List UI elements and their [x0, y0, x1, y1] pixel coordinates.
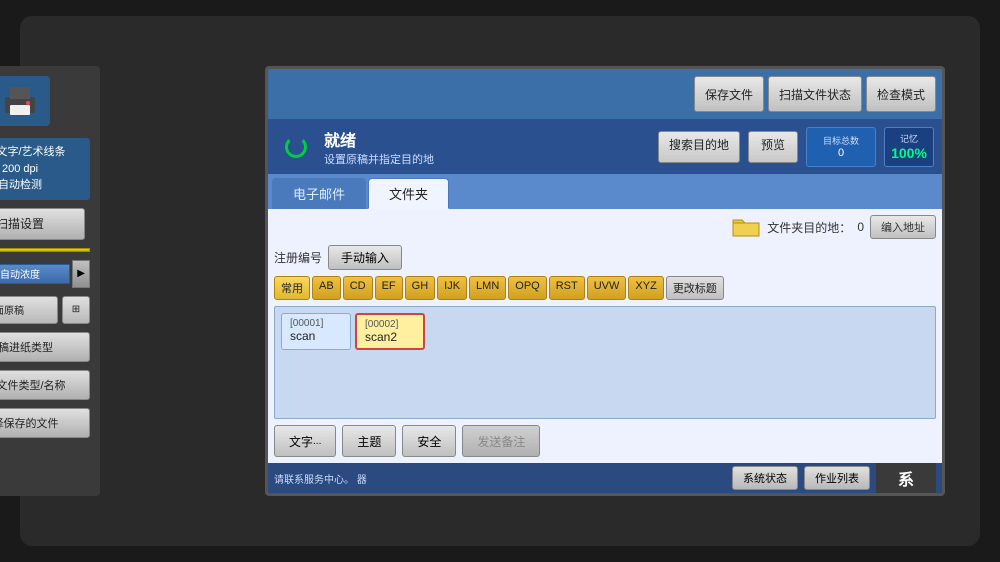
top-bar: 保存文件 扫描文件状态 检查模式 [268, 69, 942, 119]
status-subtitle: 设置原稿并指定目的地 [324, 151, 650, 167]
check-mode-button[interactable]: 检查模式 [866, 76, 936, 112]
alpha-tab-lmn[interactable]: LMN [469, 276, 506, 300]
scan-info: 黑白文字/艺术线条 200 dpi 自动检测 [0, 138, 90, 200]
outer-frame: 黑白文字/艺术线条 200 dpi 自动检测 扫描设置 ◀ 自动浓度 ▶ 单面原… [20, 16, 980, 546]
density-increase-button[interactable]: ▶ [72, 260, 90, 288]
bottom-status-bar: 请联系服务中心。 器 系统状态 作业列表 系 [268, 463, 942, 493]
folder-dest-row: 文件夹目的地： 0 编入地址 [274, 215, 936, 239]
alpha-tab-gh[interactable]: GH [405, 276, 436, 300]
file-item-scan2[interactable]: [00002] scan2 [355, 313, 425, 350]
register-num-label: 注册编号 [274, 249, 322, 266]
density-label: 自动浓度 [0, 264, 70, 284]
main-content: 电子邮件 文件夹 [268, 174, 942, 463]
dest-label: 文件夹目的地： [767, 219, 851, 236]
alpha-tab-opq[interactable]: OPQ [508, 276, 546, 300]
file-item-scan[interactable]: [00001] scan [281, 313, 351, 350]
status-title: 就绪 [324, 127, 650, 151]
target-counter: 目标总数 0 [806, 127, 876, 167]
original-paper-type-button[interactable]: 原稿进纸类型 [0, 332, 90, 362]
dest-count: 0 [857, 220, 864, 234]
job-list-button[interactable]: 作业列表 [804, 466, 870, 490]
register-row: 注册编号 手动输入 [274, 245, 936, 270]
alpha-tab-common[interactable]: 常用 [274, 276, 310, 300]
search-dest-button[interactable]: 搜索目的地 [658, 131, 740, 163]
alpha-tab-ijk[interactable]: IJK [437, 276, 467, 300]
enter-addr-button[interactable]: 编入地址 [870, 215, 936, 239]
system-label-area: 系 [876, 463, 936, 493]
printer-icon [0, 76, 50, 126]
file-list: [00001] scan [00002] scan2 [274, 306, 936, 419]
scan-settings-button[interactable]: 扫描设置 [0, 208, 85, 240]
single-original-icon-button[interactable]: ⊞ [62, 296, 90, 324]
ready-icon [276, 127, 316, 167]
alpha-tab-ab[interactable]: AB [312, 276, 341, 300]
security-button[interactable]: 安全 [402, 425, 456, 457]
save-file-button[interactable]: 保存文件 [694, 76, 764, 112]
send-notice-button[interactable]: 发送备注 [462, 425, 540, 457]
tab-folder[interactable]: 文件夹 [368, 178, 449, 209]
alpha-tab-cd[interactable]: CD [343, 276, 373, 300]
main-screen: 保存文件 扫描文件状态 检查模式 就绪 设置原稿并指定目的地 [265, 66, 945, 496]
status-ready: 就绪 设置原稿并指定目的地 [324, 127, 650, 167]
bottom-action-row: 文字 ... 主题 安全 发送备注 [274, 425, 936, 457]
alpha-tab-change[interactable]: 更改标题 [666, 276, 724, 300]
single-original-button[interactable]: 单面原稿 [0, 296, 58, 324]
scan-status-button[interactable]: 扫描文件状态 [768, 76, 862, 112]
content-area: 文件夹目的地： 0 编入地址 注册编号 手动输入 [268, 209, 942, 463]
auto-density-control: ◀ 自动浓度 ▶ [0, 260, 90, 288]
preview-button[interactable]: 预览 [748, 131, 798, 163]
alpha-tab-ef[interactable]: EF [375, 276, 403, 300]
alpha-tab-uvw[interactable]: UVW [587, 276, 627, 300]
status-bar: 就绪 设置原稿并指定目的地 搜索目的地 预览 目标总数 0 记忆 100% [268, 119, 942, 174]
single-original-row: 单面原稿 ⊞ [0, 296, 90, 324]
alpha-tab-rst[interactable]: RST [549, 276, 585, 300]
tab-email[interactable]: 电子邮件 [272, 178, 366, 209]
tab-bar: 电子邮件 文件夹 [268, 174, 942, 209]
manual-input-button[interactable]: 手动输入 [328, 245, 402, 270]
text-button[interactable]: 文字 ... [274, 425, 336, 457]
select-save-file-button[interactable]: 选择保存的文件 [0, 408, 90, 438]
folder-icon [731, 215, 761, 239]
help-text: 请联系服务中心。 器 [274, 471, 726, 486]
subject-button[interactable]: 主题 [342, 425, 396, 457]
system-state-button[interactable]: 系统状态 [732, 466, 798, 490]
memory-display: 记忆 100% [884, 127, 934, 167]
system-label: 系 [898, 466, 914, 490]
left-panel: 黑白文字/艺术线条 200 dpi 自动检测 扫描设置 ◀ 自动浓度 ▶ 单面原… [0, 66, 100, 496]
send-file-type-button[interactable]: 发送文件类型/名称 [0, 370, 90, 400]
alpha-tabs: 常用 AB CD EF GH [274, 276, 936, 300]
alpha-tab-xyz[interactable]: XYZ [628, 276, 663, 300]
